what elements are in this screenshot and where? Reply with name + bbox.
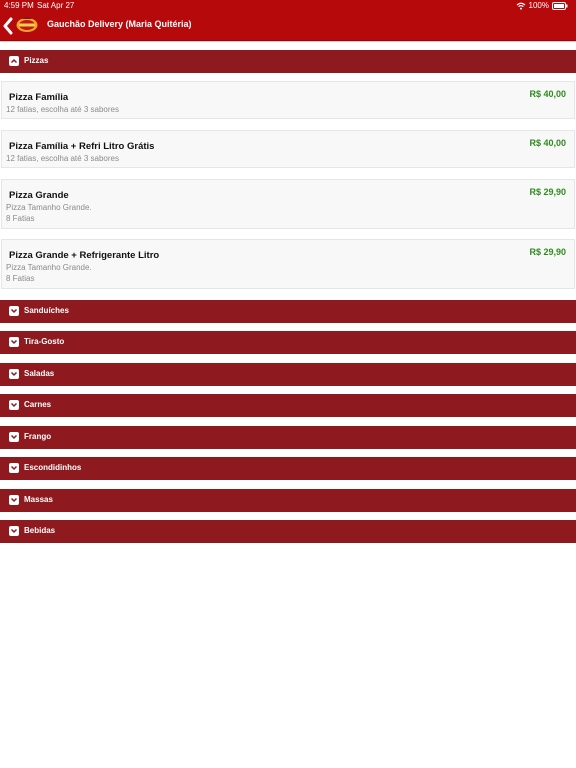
item-price: R$ 29,90 xyxy=(529,247,566,257)
item-name: Pizza Família + Refri Litro Grátis xyxy=(9,141,155,152)
category-label: Bebidas xyxy=(24,526,56,535)
top-bar: 4:59 PM Sat Apr 27 100% Gauchão Delivery… xyxy=(0,0,576,41)
category-label: Frango xyxy=(24,432,52,441)
item-description: 12 fatias, escolha até 3 sabores xyxy=(6,105,119,114)
expand-icon xyxy=(9,463,19,473)
category-frango[interactable]: Frango xyxy=(0,426,576,449)
battery-icon xyxy=(552,2,568,10)
item-description: 8 Fatias xyxy=(6,214,35,223)
page-title: Gauchão Delivery (Maria Quitéria) xyxy=(47,19,192,29)
category-label: Carnes xyxy=(24,400,52,409)
wifi-icon xyxy=(516,2,526,10)
status-right: 100% xyxy=(516,0,568,12)
category-label: Saladas xyxy=(24,369,55,378)
chevron-left-icon xyxy=(3,17,13,35)
item-description: 12 fatias, escolha até 3 sabores xyxy=(6,154,119,163)
menu-item[interactable]: Pizza Família 12 fatias, escolha até 3 s… xyxy=(1,81,575,119)
category-label: Escondidinhos xyxy=(24,463,82,472)
category-carnes[interactable]: Carnes xyxy=(0,394,576,417)
status-time: 4:59 PM xyxy=(4,1,34,10)
restaurant-logo xyxy=(16,16,38,33)
category-label: Pizzas xyxy=(24,56,49,65)
expand-icon xyxy=(9,526,19,536)
category-saladas[interactable]: Saladas xyxy=(0,363,576,386)
expand-icon xyxy=(9,432,19,442)
expand-icon xyxy=(9,369,19,379)
collapse-icon xyxy=(9,56,19,66)
item-name: Pizza Família xyxy=(9,92,69,103)
category-escondidinhos[interactable]: Escondidinhos xyxy=(0,457,576,480)
item-description: Pizza Tamanho Grande. xyxy=(6,203,92,212)
menu-item[interactable]: Pizza Grande Pizza Tamanho Grande. 8 Fat… xyxy=(1,179,575,229)
category-bebidas[interactable]: Bebidas xyxy=(0,520,576,543)
item-price: R$ 40,00 xyxy=(529,89,566,99)
status-date: Sat Apr 27 xyxy=(37,1,75,10)
category-label: Tira-Gosto xyxy=(24,337,65,346)
nav-bar: Gauchão Delivery (Maria Quitéria) xyxy=(0,12,576,40)
expand-icon xyxy=(9,337,19,347)
item-price: R$ 29,90 xyxy=(529,187,566,197)
menu-item[interactable]: Pizza Grande + Refrigerante Litro Pizza … xyxy=(1,239,575,289)
category-massas[interactable]: Massas xyxy=(0,489,576,512)
category-label: Massas xyxy=(24,495,53,504)
back-button[interactable] xyxy=(2,17,14,35)
category-label: Sanduíches xyxy=(24,306,69,315)
expand-icon xyxy=(9,495,19,505)
expand-icon xyxy=(9,306,19,316)
item-name: Pizza Grande + Refrigerante Litro xyxy=(9,250,160,261)
divider xyxy=(0,41,576,42)
status-bar: 4:59 PM Sat Apr 27 100% xyxy=(0,0,576,12)
category-sanduiches[interactable]: Sanduíches xyxy=(0,300,576,323)
category-tira-gosto[interactable]: Tira-Gosto xyxy=(0,331,576,354)
item-price: R$ 40,00 xyxy=(529,138,566,148)
item-description: 8 Fatias xyxy=(6,274,35,283)
expand-icon xyxy=(9,400,19,410)
battery-percent: 100% xyxy=(528,1,549,10)
item-description: Pizza Tamanho Grande. xyxy=(6,263,92,272)
category-pizzas[interactable]: Pizzas xyxy=(0,50,576,73)
item-name: Pizza Grande xyxy=(9,190,69,201)
menu-item[interactable]: Pizza Família + Refri Litro Grátis 12 fa… xyxy=(1,130,575,168)
